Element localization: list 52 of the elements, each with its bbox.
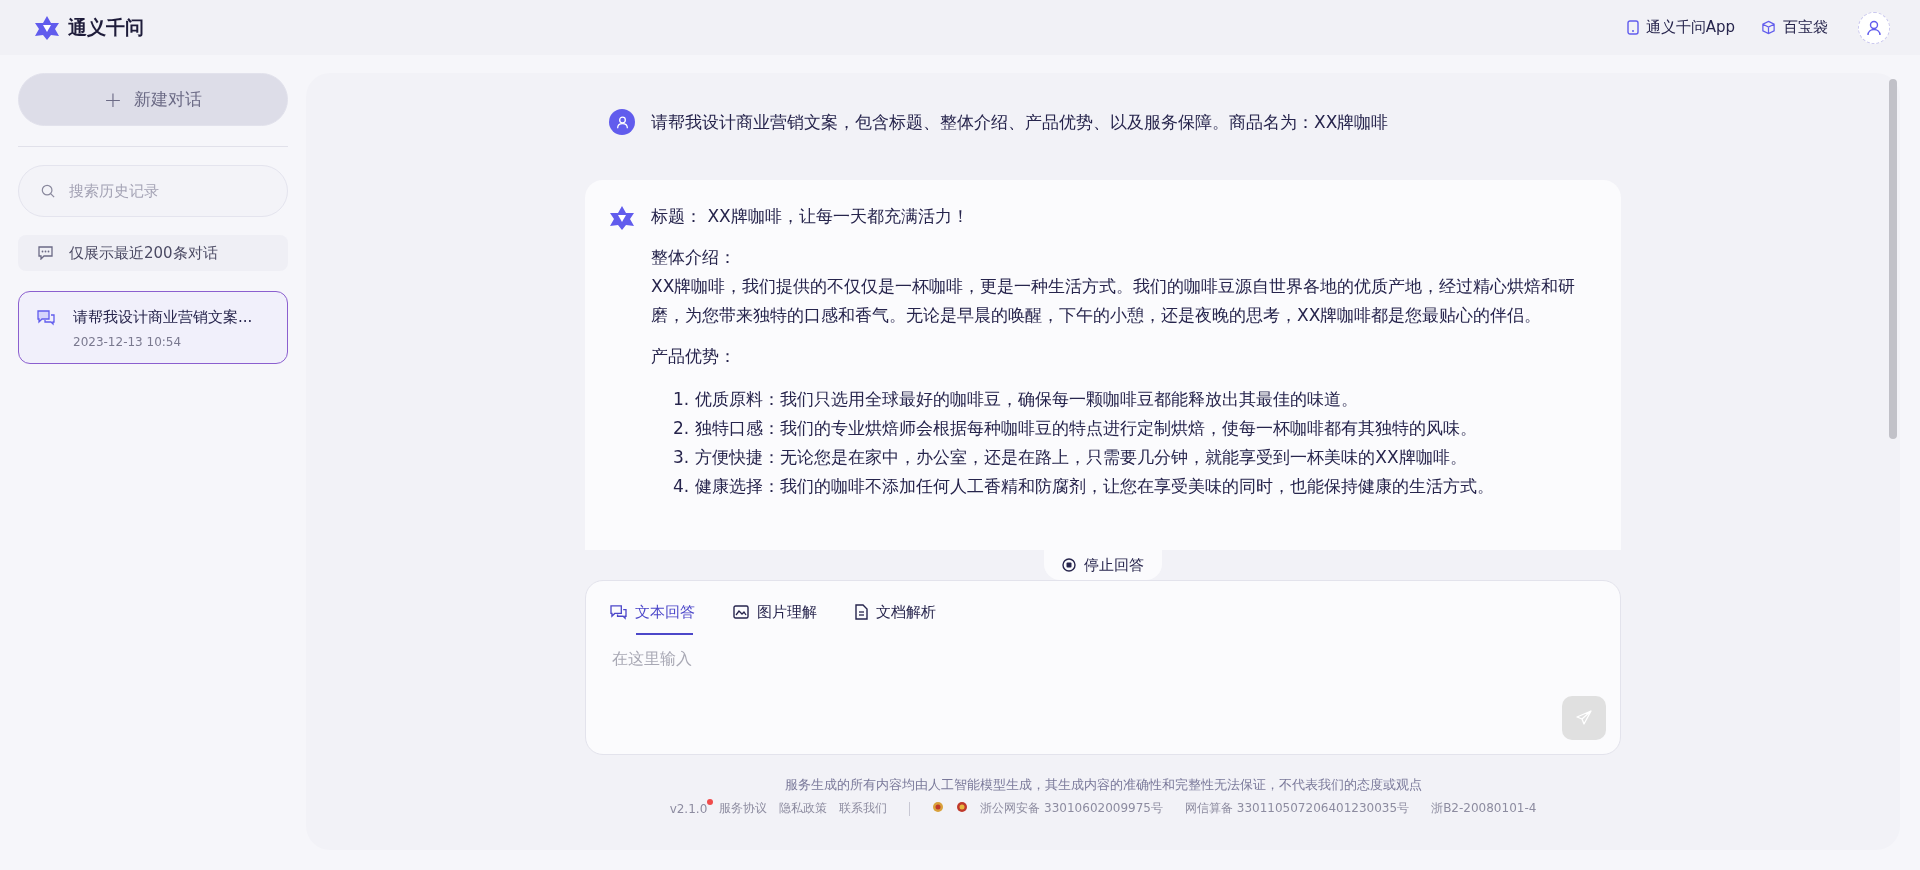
app-link[interactable]: 通义千问App bbox=[1626, 18, 1735, 37]
mode-tab[interactable]: 文档解析 bbox=[855, 591, 936, 633]
toolbox-link[interactable]: 百宝袋 bbox=[1761, 18, 1828, 37]
search-icon bbox=[41, 183, 55, 199]
conversation-item[interactable]: 请帮我设计商业营销文案... 2023-12-13 10:54 bbox=[18, 291, 288, 364]
notice-text: 仅展示最近200条对话 bbox=[69, 243, 218, 263]
phone-icon bbox=[1626, 20, 1639, 35]
conversation-title: 请帮我设计商业营销文案... bbox=[73, 308, 253, 327]
document-icon bbox=[855, 604, 868, 620]
section-heading: 整体介绍： bbox=[651, 246, 737, 269]
chat-bubble-icon bbox=[38, 246, 53, 260]
assistant-logo-icon bbox=[609, 205, 635, 231]
user-message: 请帮我设计商业营销文案，包含标题、整体介绍、产品优势、以及服务保障。商品名为：XX牌咖啡 bbox=[651, 110, 1389, 134]
registration-number: 浙B2-20080101-4 bbox=[1431, 800, 1537, 817]
mode-tab[interactable]: 文本回答 bbox=[610, 591, 695, 633]
user-avatar-button[interactable] bbox=[1858, 11, 1890, 44]
chat-bubbles-icon bbox=[610, 604, 627, 620]
section-heading: 产品优势： bbox=[651, 345, 737, 368]
image-icon bbox=[733, 605, 749, 619]
emblem-icon bbox=[932, 801, 945, 813]
list-number: 1. bbox=[673, 388, 690, 411]
list-number: 2. bbox=[673, 417, 690, 440]
version-text: v2.1.0 bbox=[669, 801, 708, 816]
logo-text: 通义千问 bbox=[68, 14, 144, 40]
list-item-text: 独特口感：我们的专业烘焙师会根据每种咖啡豆的特点进行定制烘焙，使每一杯咖啡都有其独特的风味。 bbox=[695, 417, 1478, 440]
logo-icon bbox=[34, 14, 60, 41]
mode-tab[interactable]: 图片理解 bbox=[733, 591, 817, 633]
list-number: 4. bbox=[673, 475, 690, 498]
registration-number: 网信算备 330110507206401230035号 bbox=[1184, 800, 1410, 817]
list-item-text: 方便快捷：无论您是在家中，办公室，还是在路上，只需要几分钟，就能享受到一杯美味的XX牌咖啡。 bbox=[695, 446, 1467, 469]
search-history-field[interactable]: 搜索历史记录 bbox=[18, 165, 288, 217]
list-number: 3. bbox=[673, 446, 690, 469]
scrollbar[interactable] bbox=[1889, 79, 1897, 439]
list-item-text: 健康选择：我们的咖啡不添加任何人工香精和防腐剂，让您在享受美味的同时，也能保持健康的生活方式。 bbox=[695, 475, 1495, 498]
stop-answer-button[interactable]: 停止回答 bbox=[1044, 550, 1162, 580]
stop-icon bbox=[1062, 558, 1076, 572]
disclaimer-text: 服务生成的所有内容均由人工智能模型生成，其生成内容的准确性和完整性无法保证，不代表我们的态度或观点 bbox=[784, 777, 1422, 794]
search-input[interactable]: 搜索历史记录 bbox=[67, 181, 265, 201]
message-input[interactable]: 在这里输入 bbox=[610, 647, 1596, 711]
person-icon bbox=[615, 115, 629, 129]
list-item-text: 优质原料：我们只选用全球最好的咖啡豆，确保每一颗咖啡豆都能释放出其最佳的味道。 bbox=[695, 388, 1359, 411]
chat-bubbles-icon bbox=[37, 310, 55, 326]
registration-number: 浙公网安备 33010602009975号 bbox=[980, 800, 1163, 817]
cube-icon bbox=[1761, 20, 1776, 35]
message-input-box[interactable]: 文本回答 图片理解 文档解析 在这里输入 bbox=[585, 580, 1621, 755]
answer-title: 标题： XX牌咖啡，让每一天都充满活力！ bbox=[651, 205, 970, 228]
new-chat-button[interactable]: + 新建对话 bbox=[18, 73, 288, 126]
paper-plane-icon bbox=[1576, 710, 1592, 726]
person-icon bbox=[1866, 19, 1882, 36]
emblem-icon bbox=[956, 801, 969, 813]
answer-paragraph: XX牌咖啡，我们提供的不仅仅是一杯咖啡，更是一种生活方式。我们的咖啡豆源自世界各地的优质产地，经过精心烘焙和研磨，为您带来独特的口感和香气。无论是早晨的唤醒，下午的小憩，还是夜晚的思考，XX牌咖啡都是您最贴心的伴侣。 bbox=[651, 275, 1577, 327]
conversation-time: 2023-12-13 10:54 bbox=[73, 335, 183, 349]
